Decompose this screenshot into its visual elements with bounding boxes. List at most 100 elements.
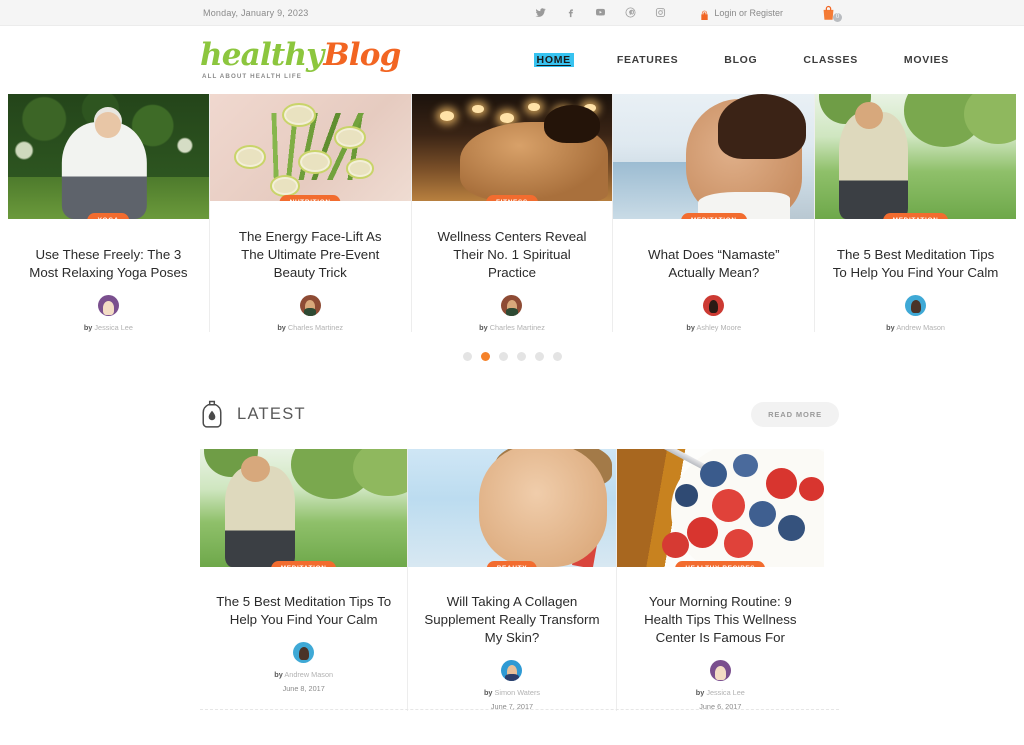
card-body: The 5 Best Meditation Tips To Help You F… (200, 567, 407, 693)
category-badge[interactable]: MEDITATION (680, 213, 747, 220)
author-name[interactable]: Charles Martinez (490, 323, 545, 332)
author-name[interactable]: Jessica Lee (94, 323, 133, 332)
slide-image[interactable]: NUTRITION (209, 94, 411, 202)
avatar (293, 641, 315, 663)
slide-image[interactable]: MEDITATION (815, 94, 1016, 220)
by-label: by (886, 323, 895, 332)
by-label: by (479, 323, 488, 332)
carousel-slide[interactable]: YOGA Use These Freely: The 3 Most Relaxi… (8, 94, 210, 332)
register-link[interactable]: Register (749, 8, 783, 18)
slide-image[interactable]: FITNESS (411, 94, 613, 202)
nav-item-classes[interactable]: CLASSES (780, 54, 881, 66)
login-register-area: Login or Register (700, 8, 783, 20)
category-badge[interactable]: NUTRITION (279, 195, 341, 202)
avatar (703, 295, 725, 316)
slide-body: Use These Freely: The 3 Most Relaxing Yo… (8, 219, 209, 332)
post-card[interactable]: HEALTHY RECIPES Your Morning Routine: 9 … (616, 449, 824, 711)
slide-title[interactable]: The Energy Face-Lift As The Ultimate Pre… (226, 228, 395, 282)
footer-divider (200, 709, 839, 710)
avatar (97, 295, 119, 316)
slide-image[interactable]: MEDITATION (613, 94, 815, 220)
slide-title[interactable]: Wellness Centers Reveal Their No. 1 Spir… (428, 228, 597, 282)
card-title[interactable]: Will Taking A Collagen Supplement Really… (424, 593, 599, 647)
slide-image[interactable]: YOGA (8, 94, 209, 220)
latest-header: LATEST READ MORE (200, 399, 839, 429)
logo-wordmark: healthyBlog (200, 40, 401, 71)
slide-body: Wellness Centers Reveal Their No. 1 Spir… (412, 201, 613, 332)
carousel-dot-5[interactable] (534, 352, 544, 361)
lock-icon (700, 8, 709, 20)
card-image[interactable]: HEALTHY RECIPES (616, 449, 824, 567)
category-badge[interactable]: FITNESS (486, 195, 538, 202)
author-name[interactable]: Jessica Lee (706, 688, 745, 697)
byline: by Jessica Lee (24, 323, 193, 332)
instagram-icon[interactable] (655, 7, 666, 19)
byline: by Charles Martinez (226, 323, 395, 332)
author-name[interactable]: Ashley Moore (697, 323, 742, 332)
category-badge[interactable]: MEDITATION (270, 561, 337, 567)
author-name[interactable]: Charles Martinez (288, 323, 343, 332)
category-badge[interactable]: MEDITATION (882, 213, 949, 220)
by-label: by (483, 687, 493, 697)
slide-title[interactable]: Use These Freely: The 3 Most Relaxing Yo… (24, 246, 193, 282)
site-header: healthyBlog ALL ABOUT HEALTH LIFE HOME F… (0, 26, 1024, 94)
by-label: by (686, 323, 695, 332)
facebook-icon[interactable] (565, 7, 576, 19)
category-badge[interactable]: BEAUTY (486, 561, 538, 567)
top-bar-right: Login or Register 0 (535, 0, 842, 26)
category-badge[interactable]: YOGA (87, 213, 130, 220)
by-label: by (277, 323, 286, 332)
carousel-dots (0, 332, 1024, 361)
read-more-button[interactable]: READ MORE (751, 401, 839, 427)
card-image[interactable]: BEAUTY (408, 449, 616, 567)
carousel-slide[interactable]: MEDITATION The 5 Best Meditation Tips To… (815, 94, 1016, 332)
author-name[interactable]: Simon Waters (494, 688, 540, 697)
pinterest-icon[interactable] (625, 7, 636, 19)
youtube-icon[interactable] (595, 7, 606, 19)
logo-tagline: ALL ABOUT HEALTH LIFE (202, 73, 302, 80)
cart-count-badge: 0 (833, 13, 842, 22)
bottle-droplet-icon (200, 399, 224, 429)
featured-carousel: YOGA Use These Freely: The 3 Most Relaxi… (0, 94, 1024, 332)
author-name[interactable]: Andrew Mason (896, 323, 945, 332)
latest-header-left: LATEST (200, 399, 306, 429)
nav-item-home[interactable]: HOME (536, 53, 571, 67)
by-label: by (83, 323, 93, 332)
avatar (709, 659, 731, 681)
post-card[interactable]: BEAUTY Will Taking A Collagen Supplement… (408, 449, 617, 711)
carousel-slide[interactable]: FITNESS Wellness Centers Reveal Their No… (411, 94, 614, 332)
slide-body: The 5 Best Meditation Tips To Help You F… (815, 219, 1016, 332)
logo-second-word: Blog (323, 37, 401, 73)
card-title[interactable]: Your Morning Routine: 9 Health Tips This… (633, 593, 808, 647)
carousel-dot-3[interactable] (498, 352, 508, 361)
slide-title[interactable]: The 5 Best Meditation Tips To Help You F… (831, 246, 1000, 282)
card-title[interactable]: The 5 Best Meditation Tips To Help You F… (216, 593, 391, 629)
nav-item-movies[interactable]: MOVIES (881, 54, 972, 66)
avatar (501, 295, 523, 316)
card-image[interactable]: MEDITATION (200, 449, 408, 567)
nav-item-blog[interactable]: BLOG (701, 54, 780, 66)
carousel-dot-1[interactable] (462, 352, 472, 361)
latest-section: LATEST READ MORE (0, 361, 1024, 429)
post-card[interactable]: MEDITATION The 5 Best Meditation Tips To… (200, 449, 409, 711)
post-date: June 8, 2017 (282, 683, 325, 693)
author-name[interactable]: Andrew Mason (284, 670, 333, 679)
carousel-dot-2[interactable] (480, 352, 490, 361)
login-link[interactable]: Login (714, 8, 736, 18)
site-logo[interactable]: healthyBlog ALL ABOUT HEALTH LIFE (200, 40, 401, 81)
slide-body: The Energy Face-Lift As The Ultimate Pre… (210, 201, 411, 332)
by-label: by (274, 669, 283, 679)
twitter-icon[interactable] (535, 7, 546, 19)
nav-item-features[interactable]: FEATURES (594, 54, 701, 66)
card-body: Your Morning Routine: 9 Health Tips This… (617, 567, 824, 711)
carousel-slide[interactable]: MEDITATION What Does “Namaste” Actually … (613, 94, 816, 332)
slide-title[interactable]: What Does “Namaste” Actually Mean? (629, 246, 798, 282)
category-badge[interactable]: HEALTHY RECIPES (675, 561, 766, 567)
logo-first-word: healthy (200, 37, 324, 73)
carousel-dot-6[interactable] (552, 352, 562, 361)
current-date: Monday, January 9, 2023 (203, 7, 309, 18)
slide-body: What Does “Namaste” Actually Mean? by As… (613, 219, 814, 332)
carousel-dot-4[interactable] (516, 352, 526, 361)
cart-button[interactable]: 0 (821, 5, 842, 22)
carousel-slide[interactable]: NUTRITION The Energy Face-Lift As The Ul… (209, 94, 412, 332)
